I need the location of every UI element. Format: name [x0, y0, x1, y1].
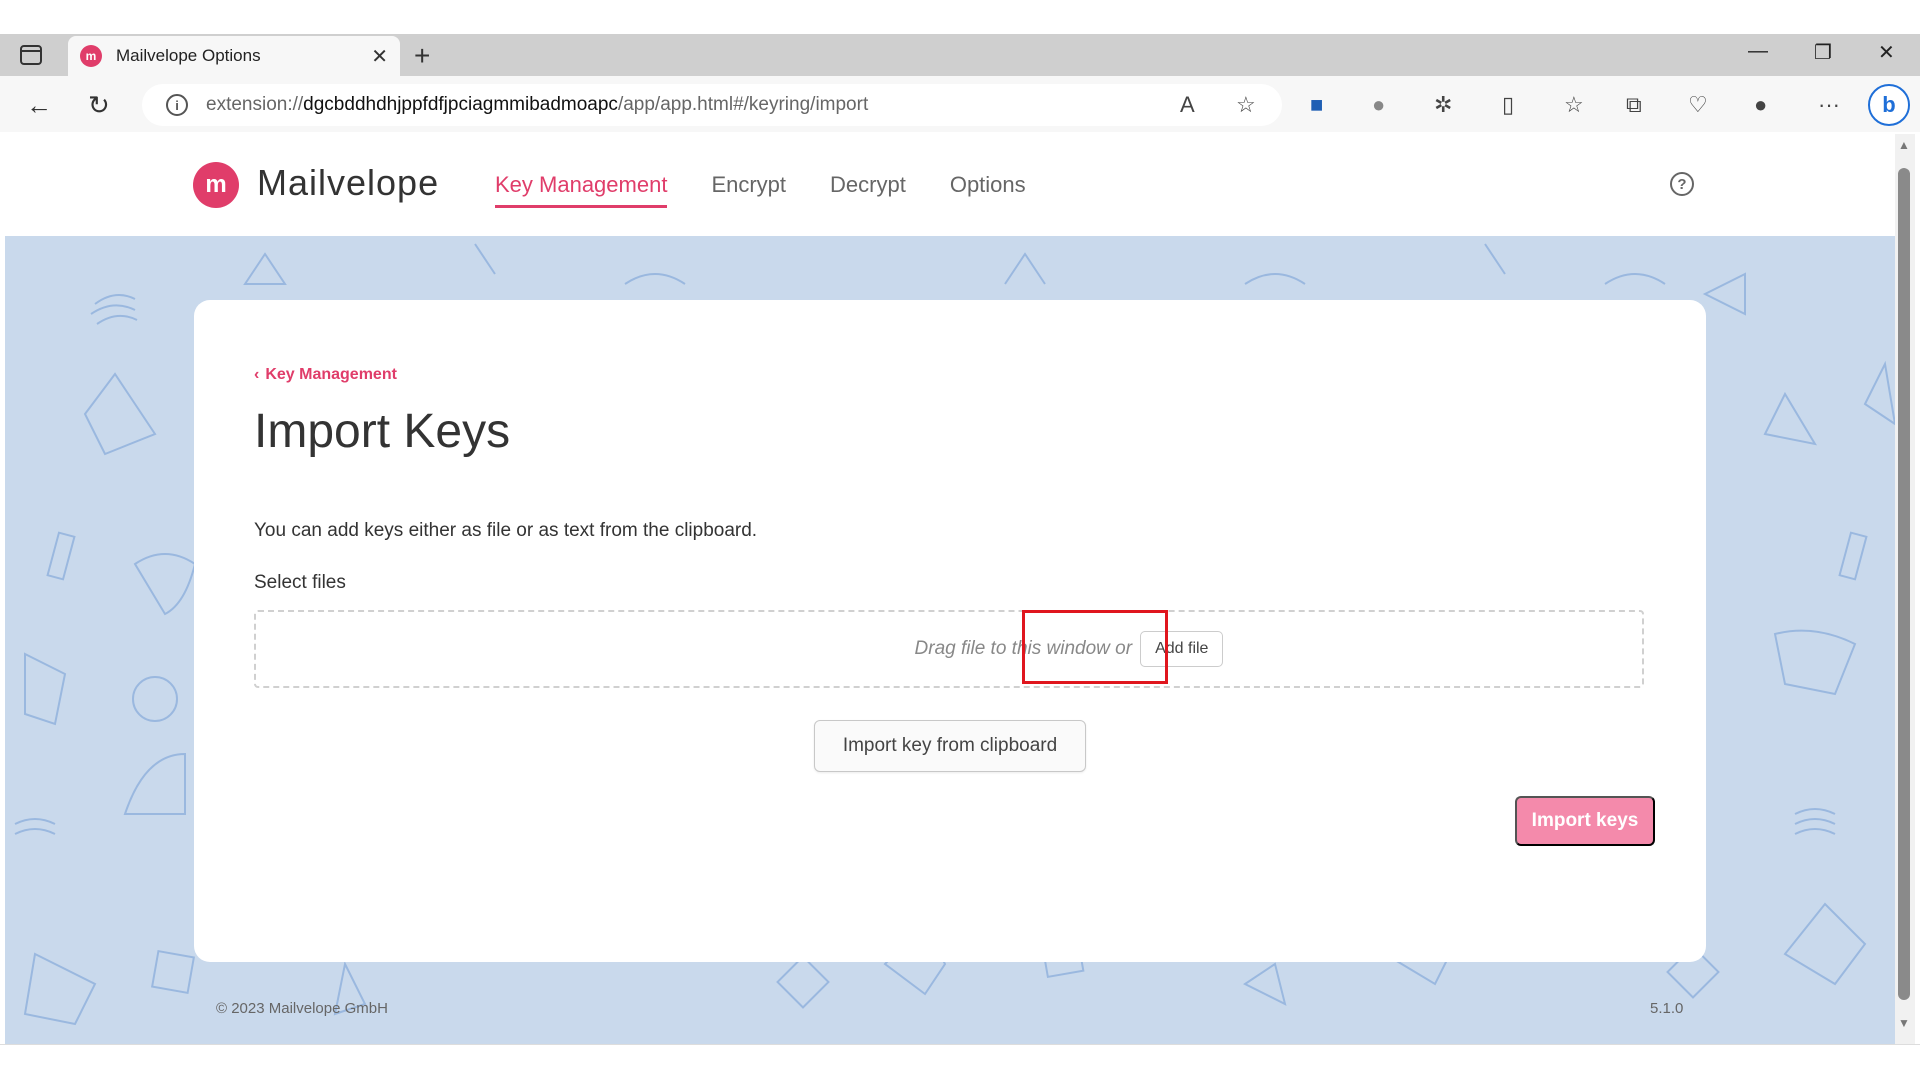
- app-header: m Mailvelope Key Management Encrypt Decr…: [5, 134, 1895, 236]
- intro-text: You can add keys either as file or as te…: [254, 520, 758, 541]
- mailvelope-favicon-icon: m: [80, 45, 102, 67]
- read-aloud-icon[interactable]: A: [1180, 92, 1195, 118]
- minimize-icon[interactable]: —: [1748, 40, 1768, 63]
- highlight-annotation: [1022, 610, 1168, 684]
- tab-title: Mailvelope Options: [116, 46, 261, 65]
- collections-icon[interactable]: ⧉: [1626, 92, 1642, 118]
- address-bar[interactable]: i extension://dgcbddhdhjppfdfjpciagmmiba…: [142, 84, 1282, 126]
- footer-version: 5.1.0: [1650, 1000, 1684, 1017]
- browser-essentials-icon[interactable]: ♡: [1688, 92, 1708, 118]
- split-screen-icon[interactable]: ▯: [1502, 92, 1514, 118]
- logo-text[interactable]: Mailvelope: [257, 162, 439, 204]
- main-nav: Key Management Encrypt Decrypt Options: [495, 172, 1026, 208]
- more-menu-icon[interactable]: ···: [1818, 92, 1840, 118]
- profile-icon[interactable]: ●: [1754, 92, 1767, 118]
- restore-icon[interactable]: ❐: [1814, 40, 1832, 65]
- mailvelope-logo-icon[interactable]: m: [193, 162, 239, 208]
- nav-options[interactable]: Options: [950, 172, 1026, 208]
- reload-icon[interactable]: ↻: [88, 90, 110, 121]
- nav-key-management[interactable]: Key Management: [495, 172, 668, 208]
- window-top: [0, 0, 1920, 34]
- url-text: extension://dgcbddhdhjppfdfjpciagmmibadm…: [206, 94, 869, 115]
- tab-actions-icon[interactable]: [18, 44, 44, 66]
- new-tab-icon[interactable]: +: [414, 40, 430, 72]
- back-to-key-management-link[interactable]: ‹ Key Management: [254, 366, 397, 384]
- favorites-icon[interactable]: ☆: [1564, 92, 1584, 118]
- close-window-icon[interactable]: ✕: [1878, 40, 1895, 65]
- chevron-left-icon: ‹: [254, 366, 260, 383]
- scrollbar-thumb[interactable]: [1898, 168, 1910, 1000]
- tab-close-icon[interactable]: ✕: [371, 44, 388, 69]
- nav-decrypt[interactable]: Decrypt: [830, 172, 906, 208]
- extension-icon[interactable]: ■: [1310, 92, 1323, 118]
- page-viewport: m Mailvelope Key Management Encrypt Decr…: [5, 134, 1895, 1044]
- import-keys-card: ‹ Key Management Import Keys You can add…: [194, 300, 1706, 962]
- back-icon[interactable]: ←: [26, 90, 52, 121]
- bing-copilot-icon[interactable]: b: [1868, 84, 1910, 126]
- window-bottom-edge: [0, 1044, 1920, 1080]
- page-title: Import Keys: [254, 405, 511, 458]
- back-link-label: Key Management: [265, 366, 397, 383]
- scroll-down-icon[interactable]: ▼: [1898, 1016, 1910, 1030]
- extensions-puzzle-icon[interactable]: ✲: [1434, 92, 1452, 118]
- scroll-up-icon[interactable]: ▲: [1898, 138, 1910, 152]
- nav-encrypt[interactable]: Encrypt: [711, 172, 786, 208]
- select-files-label: Select files: [254, 572, 346, 593]
- file-dropzone[interactable]: Drag file to this window or Add file: [254, 610, 1644, 688]
- footer-copyright: © 2023 Mailvelope GmbH: [216, 1000, 388, 1017]
- grammarly-icon[interactable]: ●: [1372, 92, 1385, 118]
- import-from-clipboard-button[interactable]: Import key from clipboard: [814, 720, 1086, 772]
- import-keys-button[interactable]: Import keys: [1515, 796, 1655, 846]
- help-icon[interactable]: ?: [1670, 172, 1694, 196]
- browser-tab[interactable]: m Mailvelope Options ✕: [68, 36, 400, 76]
- site-info-icon[interactable]: i: [166, 94, 188, 116]
- favorite-star-icon[interactable]: ☆: [1236, 92, 1256, 118]
